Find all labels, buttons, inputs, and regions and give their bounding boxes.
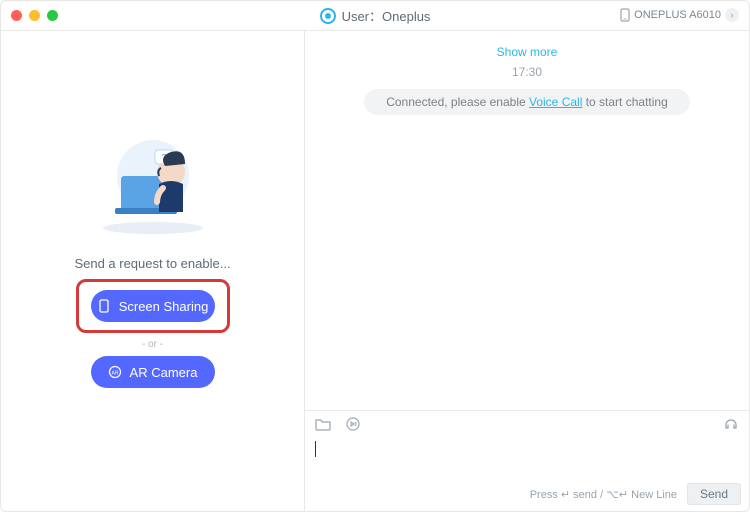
title-prefix: User：: [342, 9, 382, 24]
device-name: ONEPLUS A6010: [634, 9, 721, 21]
timestamp: 17:30: [512, 65, 542, 79]
highlight-annotation: Screen Sharing: [76, 279, 230, 333]
ar-camera-button[interactable]: AR AR Camera: [91, 356, 215, 388]
body: ? Send a request to enable... Screen Sha…: [1, 31, 749, 511]
status-prefix: Connected, please enable: [386, 95, 529, 109]
screen-sharing-label: Screen Sharing: [119, 299, 209, 314]
status-suffix: to start chatting: [582, 95, 667, 109]
send-button[interactable]: Send: [687, 483, 741, 505]
composer-footer: Press ↵ send / ⌥↵ New Line Send: [305, 481, 749, 511]
or-divider: - or -: [142, 339, 163, 350]
chat-scroll: Show more 17:30 Connected, please enable…: [305, 31, 749, 410]
screen-sharing-button[interactable]: Screen Sharing: [91, 290, 215, 322]
ar-icon: AR: [108, 365, 122, 379]
app-window: User：Oneplus ONEPLUS A6010 ›: [0, 0, 750, 512]
composer-toolbar: [305, 411, 749, 437]
device-selector[interactable]: ONEPLUS A6010 ›: [616, 5, 743, 25]
close-icon[interactable]: [11, 10, 22, 21]
window-controls: [1, 10, 58, 21]
folder-icon[interactable]: [315, 416, 331, 432]
text-caret: [315, 441, 316, 457]
status-banner: Connected, please enable Voice Call to s…: [364, 89, 690, 115]
phone-icon: [620, 8, 630, 22]
chevron-right-icon: ›: [725, 8, 739, 22]
voice-call-link[interactable]: Voice Call: [529, 95, 582, 109]
keypress-hint: Press ↵ send / ⌥↵ New Line: [530, 488, 677, 501]
show-more-link[interactable]: Show more: [497, 45, 558, 59]
title-name: Oneplus: [382, 9, 430, 24]
user-icon: [320, 8, 336, 24]
audio-icon[interactable]: [345, 416, 361, 432]
composer: Press ↵ send / ⌥↵ New Line Send: [305, 410, 749, 511]
chat-panel: Show more 17:30 Connected, please enable…: [305, 31, 749, 511]
zoom-icon[interactable]: [47, 10, 58, 21]
enable-prompt: Send a request to enable...: [74, 256, 230, 271]
ar-camera-label: AR Camera: [130, 365, 198, 380]
phone-screen-icon: [97, 299, 111, 313]
message-input[interactable]: [305, 437, 749, 481]
svg-text:AR: AR: [111, 371, 118, 377]
headset-icon[interactable]: [723, 416, 739, 432]
sidebar: ? Send a request to enable... Screen Sha…: [1, 31, 305, 511]
titlebar: User：Oneplus ONEPLUS A6010 ›: [1, 1, 749, 31]
support-illustration: ?: [93, 136, 213, 236]
minimize-icon[interactable]: [29, 10, 40, 21]
